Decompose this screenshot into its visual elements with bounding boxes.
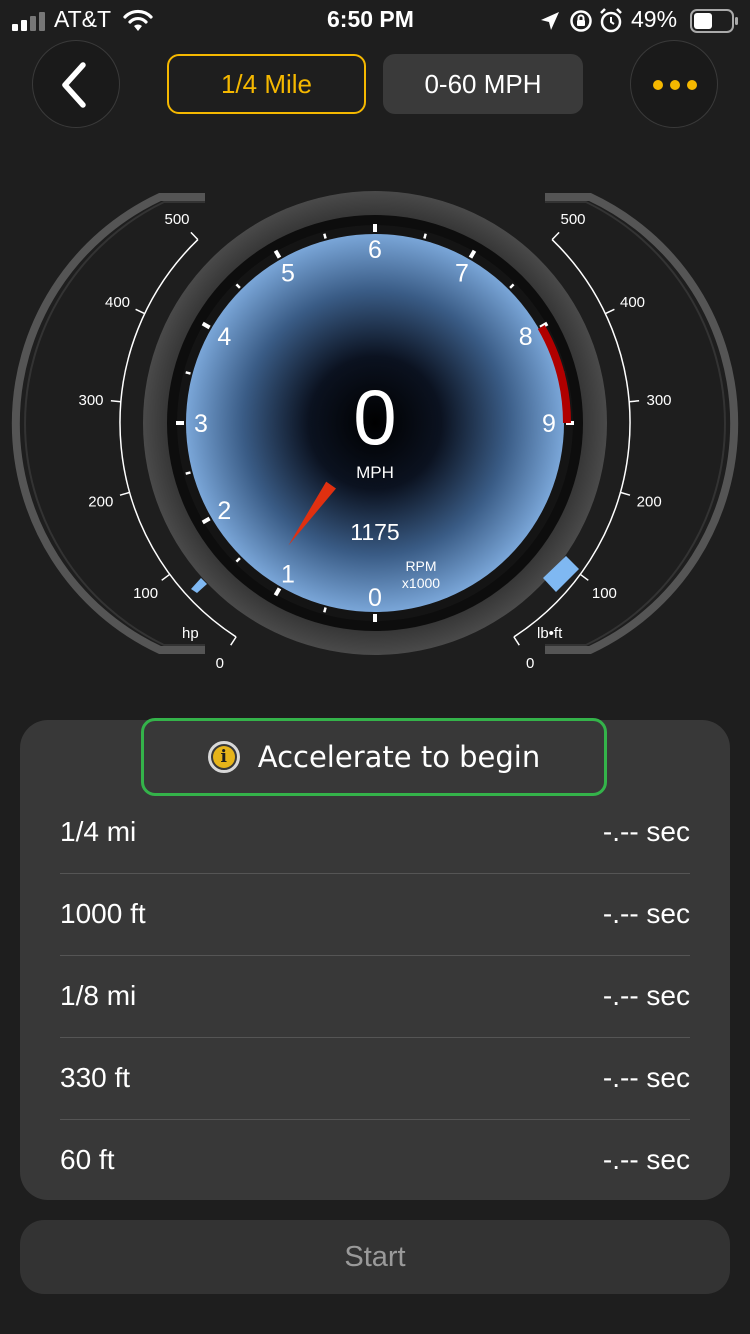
rpm-tick-label: 5 [281,259,295,287]
hp-tick [135,308,145,315]
torque-tick-label: 0 [526,655,534,670]
hp-tick [119,491,130,496]
result-row: 1000 ft -.-- sec [60,874,690,956]
status-message: Accelerate to begin [257,740,541,774]
start-button[interactable]: Start [20,1220,730,1294]
torque-tick-label: 400 [620,294,645,311]
clock: 6:50 PM [327,6,414,32]
result-row: 1/8 mi -.-- sec [60,956,690,1038]
rpm-tick-label: 0 [368,584,382,612]
battery-icon [690,9,738,33]
tab-quarter-mile[interactable]: 1/4 Mile [167,54,366,114]
result-row: 1/4 mi -.-- sec [60,792,690,874]
torque-tick [620,491,631,496]
torque-tick-label: 300 [646,392,671,409]
result-row: 330 ft -.-- sec [60,1038,690,1120]
signal-icon [12,12,45,31]
hp-tick-label: 500 [164,211,189,228]
rpm-tick-label: 3 [194,410,208,438]
location-icon [541,12,559,30]
rpm-readout: 1175 [350,519,399,545]
rpm-multiplier-label: x1000 [402,575,440,591]
rpm-tick-label: 2 [217,497,231,525]
torque-tick [605,308,615,315]
hp-tick-label: 400 [105,294,130,311]
tab-zero-to-sixty[interactable]: 0-60 MPH [383,54,583,114]
result-value: -.-- sec [602,1144,690,1175]
rpm-minor-tick [185,471,191,475]
hp-tick [161,573,171,581]
hp-tick [110,400,121,403]
more-button[interactable] [630,40,718,128]
start-button-label: Start [344,1240,406,1273]
wifi-icon [123,9,153,31]
rpm-minor-tick [423,233,427,239]
torque-tick-label: 200 [637,494,662,511]
tab-quarter-mile-label: 1/4 Mile [220,68,313,99]
hp-tick-label: 200 [88,494,113,511]
result-label: 1/4 mi [60,816,137,847]
speedometer-gauge: 0 100 200 300 400 500 0 100 200 300 400 500 0 1 2 3 4 5… [11,191,739,670]
chevron-left-icon [62,62,86,108]
speed-readout: 0 [353,373,396,461]
status-banner: i Accelerate to begin [141,718,607,796]
hp-unit-label: hp [182,625,199,642]
tab-zero-to-sixty-label: 0-60 MPH [424,68,542,99]
result-row: 60 ft -.-- sec [60,1120,690,1202]
torque-tick [629,400,640,403]
carrier-label: AT&T [54,6,112,32]
rpm-tick-label: 6 [368,236,382,264]
rpm-tick-label: 7 [455,259,469,287]
more-dots-icon [653,80,697,90]
hp-tick [190,231,199,241]
result-label: 330 ft [60,1062,131,1093]
hp-tick [230,636,237,646]
rpm-minor-tick [323,233,327,239]
hp-tick-label: 0 [216,655,224,670]
speed-unit: MPH [356,463,394,482]
info-icon: i [207,741,240,773]
result-label: 1000 ft [60,898,146,929]
hp-tick-label: 100 [133,585,158,602]
torque-tick [579,573,589,581]
rotation-lock-icon [570,10,592,32]
alarm-icon [600,8,622,33]
torque-tick-label: 100 [592,585,617,602]
status-bar: AT&T 6:50 PM 49% [0,0,750,40]
hp-tick-label: 300 [78,392,103,409]
rpm-unit-label: RPM [405,558,436,574]
result-value: -.-- sec [602,980,690,1011]
result-label: 1/8 mi [60,980,137,1011]
torque-unit-label: lb•ft [537,625,563,642]
result-value: -.-- sec [602,1062,690,1093]
torque-tick [513,636,520,646]
rpm-tick-label: 4 [217,323,231,351]
rpm-minor-tick [323,607,327,613]
torque-tick [551,231,560,241]
torque-tick-label: 500 [560,211,585,228]
rpm-tick-label: 8 [519,323,533,351]
rpm-minor-tick [185,371,191,375]
rpm-tick-label: 9 [542,410,556,438]
back-button[interactable] [32,40,120,128]
battery-percent: 49% [631,6,678,32]
result-value: -.-- sec [602,898,690,929]
result-label: 60 ft [60,1144,115,1175]
result-value: -.-- sec [602,816,690,847]
rpm-tick-label: 1 [281,561,295,589]
